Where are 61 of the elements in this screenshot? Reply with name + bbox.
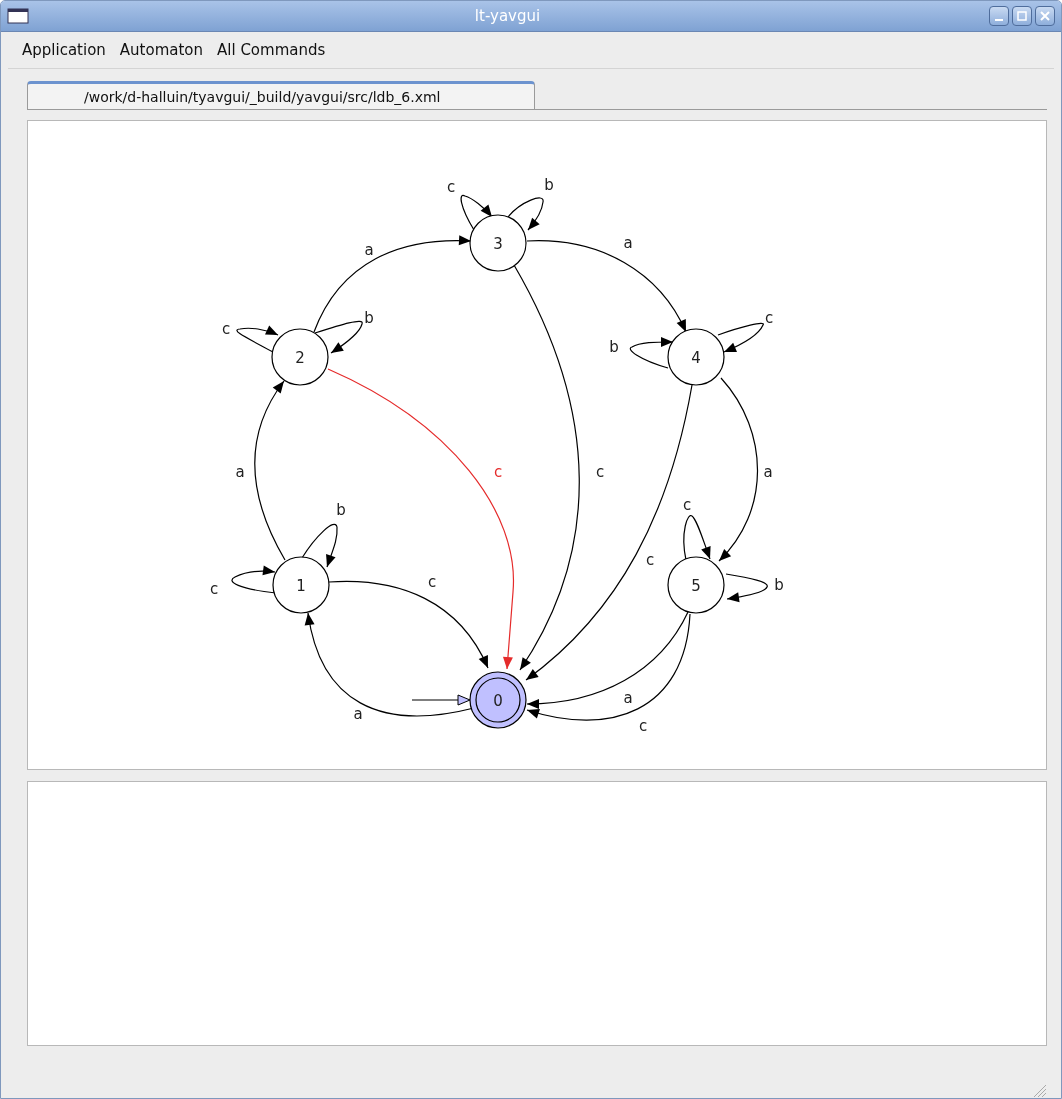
state-label: 2	[295, 348, 305, 367]
state-label: 4	[691, 348, 701, 367]
resize-grip-icon[interactable]	[1033, 1084, 1047, 1098]
transition-arrow[interactable]	[683, 514, 711, 561]
transition-label: c	[638, 716, 648, 735]
transition-label: c	[595, 462, 605, 481]
state-node[interactable]	[469, 671, 527, 729]
state-label: 5	[691, 576, 701, 595]
transition-arrow[interactable]	[717, 322, 764, 353]
menu-item[interactable]: All Commands	[211, 37, 332, 63]
state-label: 1	[296, 576, 306, 595]
window-icon	[7, 8, 29, 24]
transition-label: c	[209, 579, 219, 598]
menu-item[interactable]: Application	[16, 37, 112, 63]
transition-arrow[interactable]	[507, 197, 544, 231]
state-label: 3	[493, 234, 503, 253]
transition-label: b	[336, 500, 346, 519]
maximize-button[interactable]	[1012, 6, 1032, 26]
close-icon	[1040, 11, 1050, 21]
transition-arrow[interactable]	[236, 325, 279, 353]
window-title: lt-yavgui	[473, 7, 542, 25]
state-node[interactable]	[469, 214, 527, 272]
minimize-button[interactable]	[989, 6, 1009, 26]
transition-label: a	[364, 240, 374, 259]
transition-label: c	[446, 177, 456, 196]
transition-arrow[interactable]	[231, 565, 277, 594]
menu-item[interactable]: Automaton	[113, 37, 209, 63]
minimize-icon	[995, 19, 1003, 21]
transition-label: b	[364, 308, 374, 327]
transition-label: c	[645, 550, 655, 569]
transition-label: a	[353, 704, 363, 723]
transition-label: b	[774, 575, 784, 594]
state-node[interactable]	[667, 328, 725, 386]
transition-label: a	[623, 233, 633, 252]
state-node[interactable]	[272, 556, 330, 614]
transition-label: b	[544, 175, 554, 194]
transition-label: b	[609, 337, 619, 356]
transition-label: c	[493, 462, 503, 481]
state-node[interactable]	[271, 328, 329, 386]
transition-label: a	[235, 462, 245, 481]
transition-arrow[interactable]	[725, 573, 768, 603]
transition-label: a	[623, 688, 633, 707]
transition-label: c	[682, 495, 692, 514]
state-label: 0	[493, 691, 503, 710]
state-node[interactable]	[667, 556, 725, 614]
transition-label: c	[221, 319, 231, 338]
transition-arrow[interactable]	[301, 523, 338, 568]
transition-arrow[interactable]	[526, 240, 687, 333]
transition-arrow[interactable]	[629, 337, 674, 369]
close-button[interactable]	[1035, 6, 1055, 26]
transition-arrow[interactable]	[313, 235, 472, 333]
transition-label: a	[763, 462, 773, 481]
transition-arrow[interactable]	[460, 194, 493, 231]
transition-arrow[interactable]	[525, 384, 693, 681]
transition-label: c	[427, 572, 437, 591]
file-tab[interactable]: /work/d-halluin/tyavgui/_build/yavgui/src/ldb_6.xml	[27, 81, 535, 109]
transition-arrow[interactable]	[314, 320, 363, 354]
transition-arrow[interactable]	[254, 380, 286, 561]
transition-label: c	[764, 308, 774, 327]
maximize-icon	[1017, 11, 1027, 21]
transition-arrow[interactable]	[718, 377, 759, 562]
